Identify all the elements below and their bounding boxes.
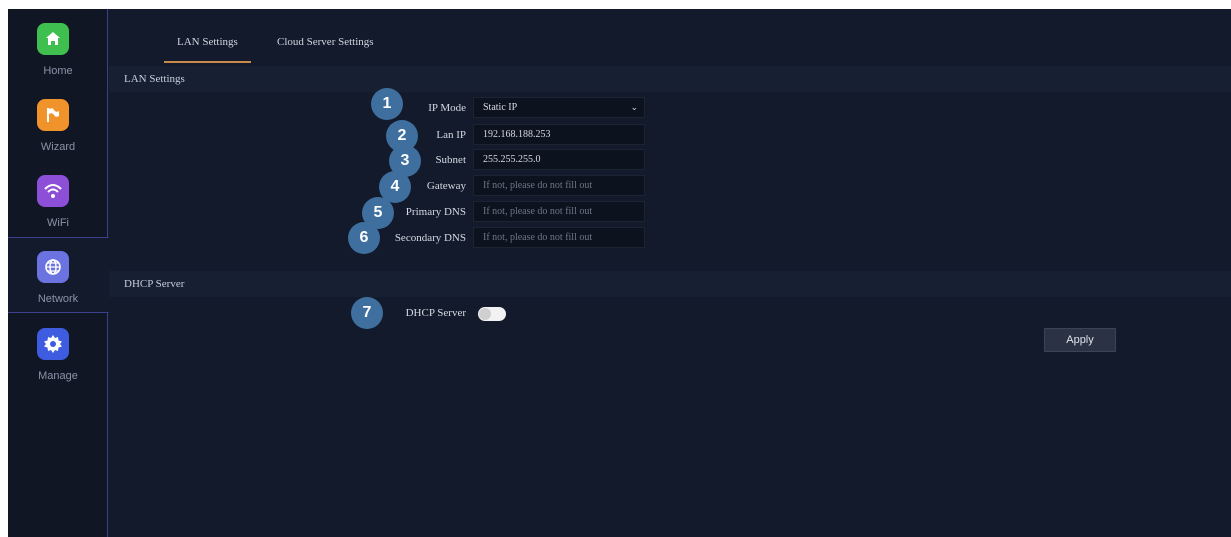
dhcp-server-header: DHCP Server <box>109 271 1231 297</box>
secondary-dns-input[interactable]: If not, please do not fill out <box>473 227 645 248</box>
primary-dns-label: Primary DNS <box>405 206 466 218</box>
ip-mode-label: IP Mode <box>428 102 466 114</box>
primary-dns-input[interactable]: If not, please do not fill out <box>473 201 645 222</box>
sidebar-item-home[interactable]: Home <box>8 9 108 85</box>
subnet-input[interactable]: 255.255.255.0 <box>473 149 645 170</box>
gateway-input[interactable]: If not, please do not fill out <box>473 175 645 196</box>
tab-bar: LAN Settings Cloud Server Settings <box>109 23 1231 63</box>
gear-icon <box>37 328 69 360</box>
tab-lan-settings[interactable]: LAN Settings <box>164 23 251 63</box>
lan-settings-header: LAN Settings <box>109 66 1231 92</box>
sidebar-item-label: Wizard <box>40 141 76 153</box>
apply-button[interactable]: Apply <box>1044 328 1116 352</box>
app-window: Home Wizard WiFi Network Manage LAN Sett… <box>8 9 1231 537</box>
ip-mode-select[interactable]: Static IP ⌄ <box>473 97 645 118</box>
sidebar-item-label: Manage <box>38 370 78 382</box>
toggle-knob <box>479 308 491 320</box>
subnet-label: Subnet <box>435 154 466 166</box>
dhcp-server-toggle[interactable] <box>478 307 506 321</box>
sidebar: Home Wizard WiFi Network Manage <box>8 9 109 537</box>
globe-icon <box>37 251 69 283</box>
top-strip <box>0 0 1231 9</box>
dhcp-server-label: DHCP Server <box>405 307 466 319</box>
sidebar-item-wifi[interactable]: WiFi <box>8 161 108 237</box>
wifi-icon <box>37 175 69 207</box>
tab-cloud-server-settings[interactable]: Cloud Server Settings <box>277 23 374 63</box>
sidebar-item-label: Network <box>37 293 79 305</box>
flag-icon <box>37 99 69 131</box>
sidebar-item-wizard[interactable]: Wizard <box>8 85 108 161</box>
secondary-dns-label: Secondary DNS <box>394 232 466 244</box>
home-icon <box>37 23 69 55</box>
sidebar-item-label: WiFi <box>47 217 69 229</box>
sidebar-item-network[interactable]: Network <box>8 237 109 313</box>
gateway-label: Gateway <box>426 180 466 192</box>
sidebar-item-label: Home <box>43 65 73 77</box>
main-content: LAN Settings Cloud Server Settings LAN S… <box>109 9 1231 537</box>
lan-ip-input[interactable]: 192.168.188.253 <box>473 124 645 145</box>
chevron-down-icon: ⌄ <box>630 102 638 112</box>
sidebar-item-manage[interactable]: Manage <box>8 314 108 390</box>
ip-mode-value: Static IP <box>483 102 518 113</box>
lan-ip-label: Lan IP <box>436 129 466 141</box>
